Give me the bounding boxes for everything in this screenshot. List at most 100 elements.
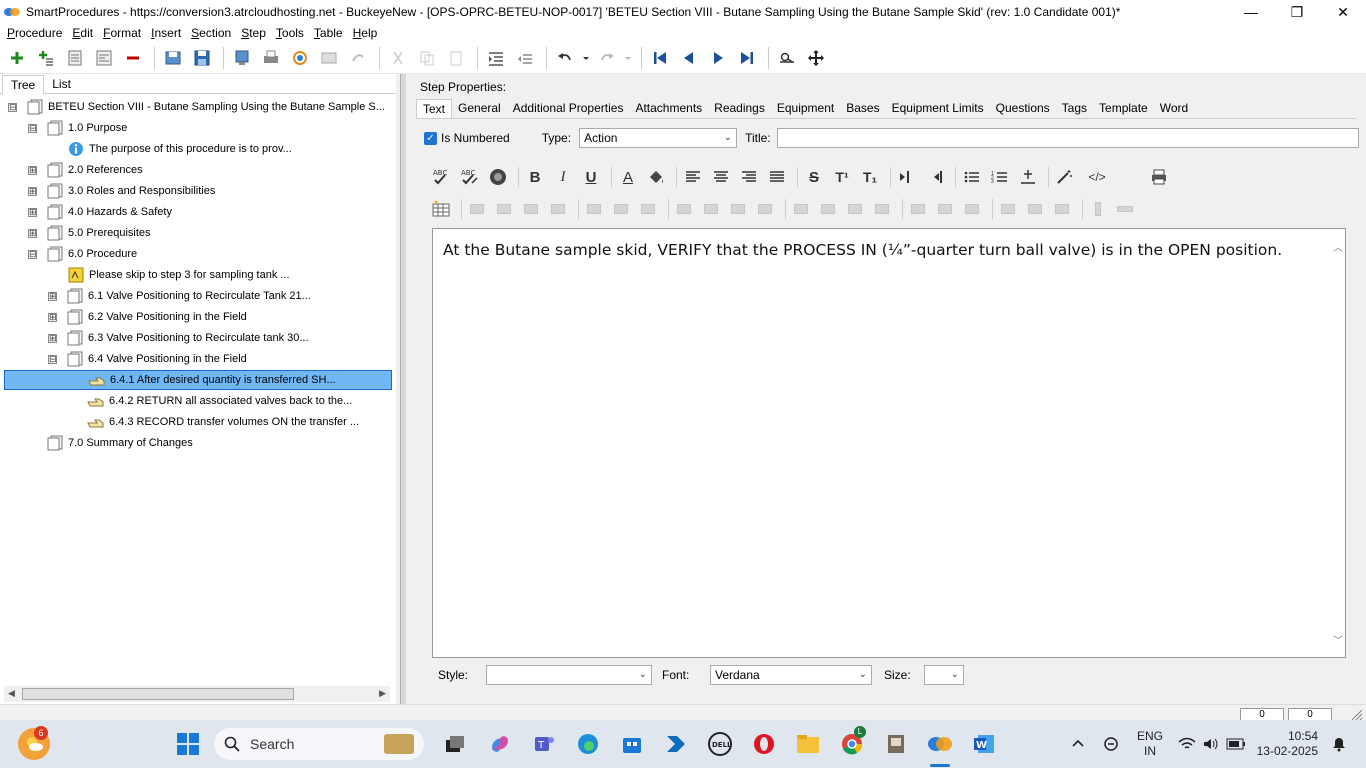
first-icon[interactable] xyxy=(647,45,673,71)
table-tool-icon[interactable] xyxy=(844,200,866,218)
tab-bases[interactable]: Bases xyxy=(840,99,885,118)
tab-additional-properties[interactable]: Additional Properties xyxy=(507,99,630,118)
copy-icon[interactable] xyxy=(414,45,440,71)
tab-general[interactable]: General xyxy=(452,99,507,118)
step-text-editor[interactable]: At the Butane sample skid, VERIFY that t… xyxy=(432,228,1346,658)
tree-item-section[interactable]: ⊞ 5.0 Prerequisites xyxy=(28,223,151,243)
align-left-icon[interactable] xyxy=(681,165,705,189)
tab-tags[interactable]: Tags xyxy=(1056,99,1093,118)
tree-item-subsection[interactable]: ⊞ 6.2 Valve Positioning in the Field xyxy=(48,307,247,327)
teams-icon[interactable]: T xyxy=(530,730,558,758)
chevron-up-icon[interactable] xyxy=(1068,730,1088,758)
size-select[interactable]: ⌄ xyxy=(924,665,964,685)
title-input[interactable] xyxy=(776,128,1359,148)
menu-tools[interactable]: Tools xyxy=(271,26,309,40)
next-icon[interactable] xyxy=(705,45,731,71)
table-tool-icon[interactable] xyxy=(673,200,695,218)
redo-dropdown-icon[interactable] xyxy=(623,45,633,71)
preview-icon[interactable] xyxy=(316,45,342,71)
tab-list[interactable]: List xyxy=(44,75,79,93)
tree-horizontal-scrollbar[interactable]: ◀ ▶ xyxy=(4,686,390,702)
opera-icon[interactable] xyxy=(750,730,778,758)
editor-vertical-scrollbar[interactable]: ︿ ﹀ xyxy=(1331,229,1345,657)
tree-item-subsection[interactable]: ⊞ 6.3 Valve Positioning to Recirculate t… xyxy=(48,328,309,348)
step-text[interactable]: At the Butane sample skid, VERIFY that t… xyxy=(443,241,1323,260)
thesaurus-icon[interactable] xyxy=(486,165,510,189)
taskbar-search-input[interactable]: Search xyxy=(214,728,424,760)
tree-item-section[interactable]: ⊞ 2.0 References xyxy=(28,160,143,180)
maximize-button[interactable]: ❐ xyxy=(1274,0,1320,24)
expand-icon[interactable]: ⊞ xyxy=(48,333,57,343)
task-view-icon[interactable] xyxy=(440,730,468,758)
tree-item-procedure-root[interactable]: ⊟ BETEU Section VIII - Butane Sampling U… xyxy=(8,97,385,117)
tree-item-step-selected[interactable]: 6.4.1 After desired quantity is transfer… xyxy=(4,370,392,390)
table-tool-icon[interactable] xyxy=(817,200,839,218)
menu-procedure[interactable]: Procedure xyxy=(2,26,67,40)
tab-readings[interactable]: Readings xyxy=(708,99,771,118)
insert-table-icon[interactable] xyxy=(430,200,452,218)
tree-item-step[interactable]: Please skip to step 3 for sampling tank … xyxy=(66,265,290,285)
is-numbered-checkbox[interactable]: ✓ xyxy=(424,131,437,145)
notification-center-icon[interactable] xyxy=(1328,730,1350,758)
undo-dropdown-icon[interactable] xyxy=(581,45,591,71)
tree-item-step[interactable]: 6.4.2 RETURN all associated valves back … xyxy=(86,391,352,411)
previous-icon[interactable] xyxy=(676,45,702,71)
paste-icon[interactable] xyxy=(443,45,469,71)
expand-icon[interactable]: ⊞ xyxy=(28,186,37,196)
scroll-down-icon[interactable]: ﹀ xyxy=(1333,632,1343,647)
redo-icon[interactable] xyxy=(594,45,620,71)
last-icon[interactable] xyxy=(734,45,760,71)
find-icon[interactable] xyxy=(774,45,800,71)
close-button[interactable]: ✕ xyxy=(1320,0,1366,24)
tree-item-section[interactable]: ⊞ 3.0 Roles and Responsibilities xyxy=(28,181,215,201)
tab-template[interactable]: Template xyxy=(1093,99,1154,118)
align-right-icon[interactable] xyxy=(737,165,761,189)
table-tool-icon[interactable] xyxy=(907,200,929,218)
table-tool-icon[interactable] xyxy=(1114,200,1136,218)
strikethrough-button[interactable]: S xyxy=(802,165,826,189)
weather-widget-icon[interactable]: 6 xyxy=(18,726,50,760)
italic-button[interactable]: I xyxy=(551,165,575,189)
publish-icon[interactable] xyxy=(229,45,255,71)
tree-item-subsection[interactable]: ⊞ 6.1 Valve Positioning to Recirculate T… xyxy=(48,286,311,306)
table-tool-icon[interactable] xyxy=(520,200,542,218)
subscript-button[interactable]: T₁ xyxy=(858,165,882,189)
tree-item-step[interactable]: 6.4.3 RECORD transfer volumes ON the tra… xyxy=(86,412,359,432)
dell-icon[interactable]: DELL xyxy=(706,730,734,758)
expand-icon[interactable]: ⊞ xyxy=(28,207,37,217)
expand-icon[interactable]: ⊞ xyxy=(48,312,57,322)
file-explorer-icon[interactable] xyxy=(794,730,822,758)
menu-format[interactable]: Format xyxy=(98,26,146,40)
tab-equipment[interactable]: Equipment xyxy=(771,99,840,118)
network-sync-icon[interactable] xyxy=(1100,730,1122,758)
table-tool-icon[interactable] xyxy=(790,200,812,218)
battery-icon[interactable] xyxy=(1224,730,1248,758)
table-tool-icon[interactable] xyxy=(1024,200,1046,218)
expand-icon[interactable]: ⊞ xyxy=(48,291,57,301)
numbered-list-icon[interactable]: 123 xyxy=(988,165,1012,189)
scrollbar-thumb[interactable] xyxy=(22,688,294,700)
tab-tree[interactable]: Tree xyxy=(2,75,45,94)
tab-attachments[interactable]: Attachments xyxy=(629,99,708,118)
font-select[interactable]: Verdana ⌄ xyxy=(710,665,872,685)
table-tool-icon[interactable] xyxy=(961,200,983,218)
table-tool-icon[interactable] xyxy=(493,200,515,218)
list-detail-icon[interactable] xyxy=(91,45,117,71)
style-select[interactable]: ⌄ xyxy=(486,665,652,685)
underline-button[interactable]: U xyxy=(579,165,603,189)
refresh-icon[interactable] xyxy=(287,45,313,71)
menu-section[interactable]: Section xyxy=(186,26,236,40)
tree-item-section[interactable]: 7.0 Summary of Changes xyxy=(45,433,193,453)
add-icon[interactable] xyxy=(4,45,30,71)
table-tool-icon[interactable] xyxy=(610,200,632,218)
html-source-button[interactable]: </> xyxy=(1081,165,1113,189)
remove-icon[interactable] xyxy=(120,45,146,71)
move-icon[interactable] xyxy=(803,45,829,71)
cut-icon[interactable] xyxy=(385,45,411,71)
wifi-icon[interactable] xyxy=(1176,730,1198,758)
undo-icon[interactable] xyxy=(552,45,578,71)
power-automate-icon[interactable] xyxy=(662,730,690,758)
bold-button[interactable]: B xyxy=(523,165,547,189)
redo-disabled-icon[interactable] xyxy=(345,45,371,71)
collapse-icon[interactable]: ⊟ xyxy=(8,102,17,112)
